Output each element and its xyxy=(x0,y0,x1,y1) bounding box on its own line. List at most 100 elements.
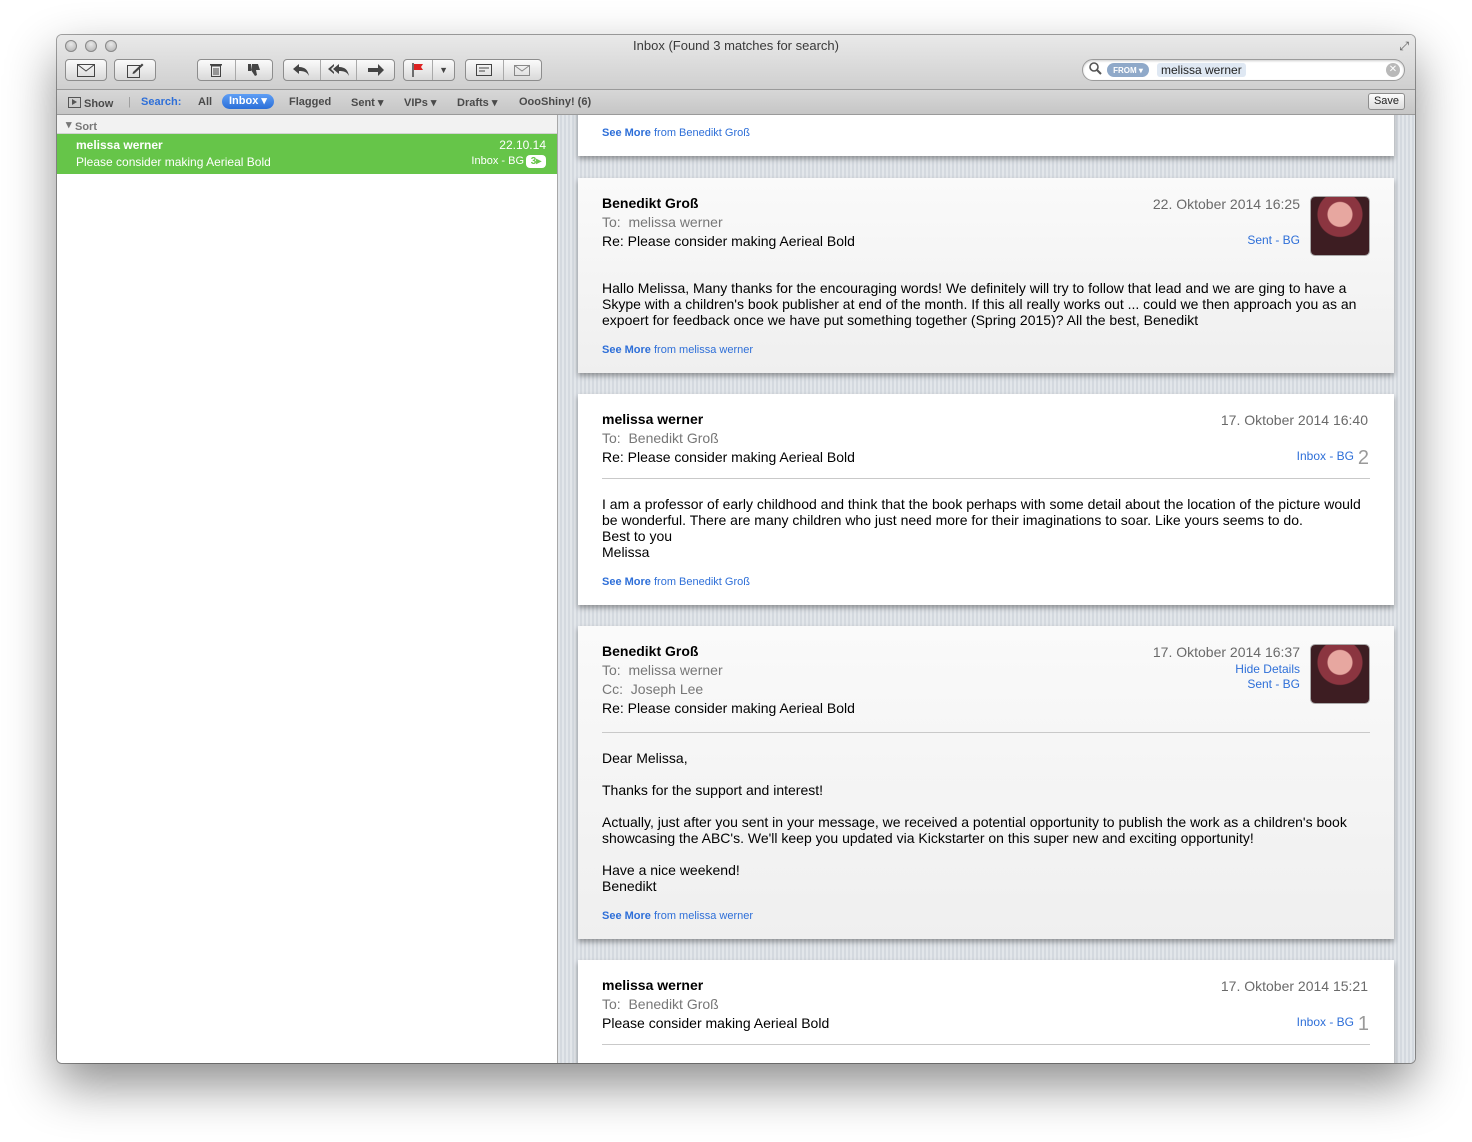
message-subject: Re: Please consider making Aerieal Bold xyxy=(602,449,855,465)
forward-icon[interactable] xyxy=(357,60,394,80)
favorite-ooo-shiny[interactable]: OooShiny! (6) xyxy=(519,96,591,108)
to-value: Benedikt Groß xyxy=(628,996,719,1012)
favorite-vips-label: VIPs xyxy=(404,97,428,109)
note-icon[interactable] xyxy=(466,60,504,80)
search-field[interactable]: FROM ▾ melissa werner ✕ xyxy=(1082,59,1405,81)
reply-icon[interactable] xyxy=(284,60,321,80)
thread-count-badge[interactable]: 3▸ xyxy=(526,155,546,168)
message-date: 22. Oktober 2014 16:25 xyxy=(1152,196,1300,212)
junk-thumbs-down-icon[interactable] xyxy=(236,60,273,80)
search-scope-label: Search: xyxy=(141,96,182,108)
mail-window: Inbox (Found 3 matches for search) ⤢ ▼ F… xyxy=(57,35,1415,1063)
list-item[interactable]: melissa werner 22.10.14 Please consider … xyxy=(57,134,557,174)
message-sender: melissa werner xyxy=(602,411,704,427)
save-search-button[interactable]: Save xyxy=(1368,93,1405,110)
scope-inbox-label: Inbox xyxy=(229,95,259,107)
scope-all[interactable]: All xyxy=(198,96,212,108)
sort-bar[interactable]: Sort by Date ▾ xyxy=(57,115,557,157)
message-to: To: melissa werner xyxy=(602,214,723,230)
message-sequence-number: 2 xyxy=(1357,447,1369,469)
thread-count: 3 xyxy=(530,156,537,167)
compose-button[interactable] xyxy=(114,59,156,81)
message-cc: Cc: Joseph Lee xyxy=(602,681,703,697)
list-item-sender: melissa werner xyxy=(76,138,163,152)
avatar xyxy=(1311,645,1369,703)
flag-menu-chevron-down-icon[interactable]: ▼ xyxy=(433,60,454,80)
favorites-bar: Show | Search: All Inbox ▾ Flagged Sent … xyxy=(57,90,1415,115)
header-divider xyxy=(602,732,1370,733)
message-card[interactable]: Benedikt Groß To: melissa werner Cc: Jos… xyxy=(578,626,1394,939)
favorite-sent[interactable]: Sent ▾ xyxy=(351,96,383,109)
see-more-label: See More xyxy=(602,344,651,356)
favorite-sent-label: Sent xyxy=(351,97,375,109)
see-more-label: See More xyxy=(602,576,651,588)
compose-icon xyxy=(126,63,143,78)
see-more-link[interactable]: See More from melissa werner xyxy=(602,910,753,922)
clear-search-icon[interactable]: ✕ xyxy=(1386,63,1400,77)
message-to: To: Benedikt Groß xyxy=(602,430,719,446)
list-item-subject: Please consider making Aerieal Bold xyxy=(76,155,271,169)
window-title: Inbox (Found 3 matches for search) xyxy=(633,38,839,53)
message-card: See More from Benedikt Groß xyxy=(578,115,1394,156)
message-mailbox-link[interactable]: Sent - BG xyxy=(1247,677,1300,691)
toolbar: Inbox (Found 3 matches for search) ⤢ ▼ F… xyxy=(57,35,1415,90)
reply-all-icon[interactable] xyxy=(321,60,358,80)
search-token-label: FROM xyxy=(1113,65,1137,75)
message-body: Hallo Melissa, Many thanks for the encou… xyxy=(602,280,1357,328)
message-sender: melissa werner xyxy=(602,977,704,993)
favorite-drafts-label: Drafts xyxy=(457,97,489,109)
show-icon xyxy=(68,97,81,108)
message-card[interactable]: Benedikt Groß To: melissa werner Re: Ple… xyxy=(578,178,1394,373)
message-date: 17. Oktober 2014 16:37 xyxy=(1152,644,1300,660)
message-date: 17. Oktober 2014 16:40 xyxy=(1220,412,1368,428)
to-label: To: xyxy=(602,430,621,446)
favorite-drafts[interactable]: Drafts ▾ xyxy=(457,96,497,109)
get-mail-button[interactable] xyxy=(65,59,107,81)
show-label: Show xyxy=(84,98,114,110)
see-more-link[interactable]: See More from melissa werner xyxy=(602,344,753,356)
flag-icon[interactable] xyxy=(404,60,434,80)
trash-icon[interactable] xyxy=(198,60,236,80)
message-mailbox-link[interactable]: Sent - BG xyxy=(1247,233,1300,247)
envelope-icon xyxy=(77,63,95,77)
message-to: To: melissa werner xyxy=(602,662,723,678)
header-divider xyxy=(602,1044,1370,1045)
see-more-link[interactable]: See More from Benedikt Groß xyxy=(602,576,750,588)
header-divider xyxy=(602,478,1370,479)
conversation-viewer[interactable]: See More from Benedikt Groß Benedikt Gro… xyxy=(558,115,1415,1063)
see-more-link[interactable]: See More from Benedikt Groß xyxy=(602,127,750,139)
message-mailbox-link[interactable]: Inbox - BG xyxy=(1297,449,1354,463)
see-more-from: from melissa werner xyxy=(653,344,754,356)
message-mailbox-link[interactable]: Inbox - BG xyxy=(1297,1015,1354,1029)
note-todo-group xyxy=(465,59,542,81)
avatar xyxy=(1311,197,1369,255)
fullscreen-icon[interactable]: ⤢ xyxy=(1399,39,1409,54)
favorite-vips[interactable]: VIPs ▾ xyxy=(404,96,436,109)
message-sender: Benedikt Groß xyxy=(602,643,699,659)
see-more-label: See More xyxy=(602,910,651,922)
cc-value: Joseph Lee xyxy=(630,681,704,697)
message-sequence-number: 1 xyxy=(1357,1013,1369,1035)
hide-details-link[interactable]: Hide Details xyxy=(1235,662,1300,676)
message-subject: Re: Please consider making Aerieal Bold xyxy=(602,233,855,249)
search-input[interactable]: melissa werner xyxy=(1157,63,1246,77)
message-subject: Please consider making Aerieal Bold xyxy=(602,1015,830,1031)
see-more-from: from Benedikt Groß xyxy=(653,576,750,588)
delete-junk-group xyxy=(197,59,273,81)
to-value: melissa werner xyxy=(628,662,723,678)
to-label: To: xyxy=(602,996,621,1012)
see-more-from: from melissa werner xyxy=(653,910,754,922)
favorite-flagged[interactable]: Flagged xyxy=(289,96,331,108)
todo-envelope-icon[interactable] xyxy=(504,60,541,80)
message-subject: Re: Please consider making Aerieal Bold xyxy=(602,700,855,716)
message-to: To: Benedikt Groß xyxy=(602,996,719,1012)
message-card[interactable]: melissa werner To: Benedikt Groß Re: Ple… xyxy=(578,394,1394,605)
flag-group: ▼ xyxy=(403,59,455,81)
to-label: To: xyxy=(602,662,621,678)
sort-label[interactable]: Sort by Date ▾ xyxy=(66,118,99,157)
show-mailboxes-button[interactable]: Show xyxy=(68,96,113,110)
to-value: melissa werner xyxy=(628,214,723,230)
scope-inbox[interactable]: Inbox ▾ xyxy=(222,94,274,109)
search-token-from[interactable]: FROM ▾ xyxy=(1107,63,1149,77)
message-card[interactable]: melissa werner To: Benedikt Groß Please … xyxy=(578,960,1394,1063)
